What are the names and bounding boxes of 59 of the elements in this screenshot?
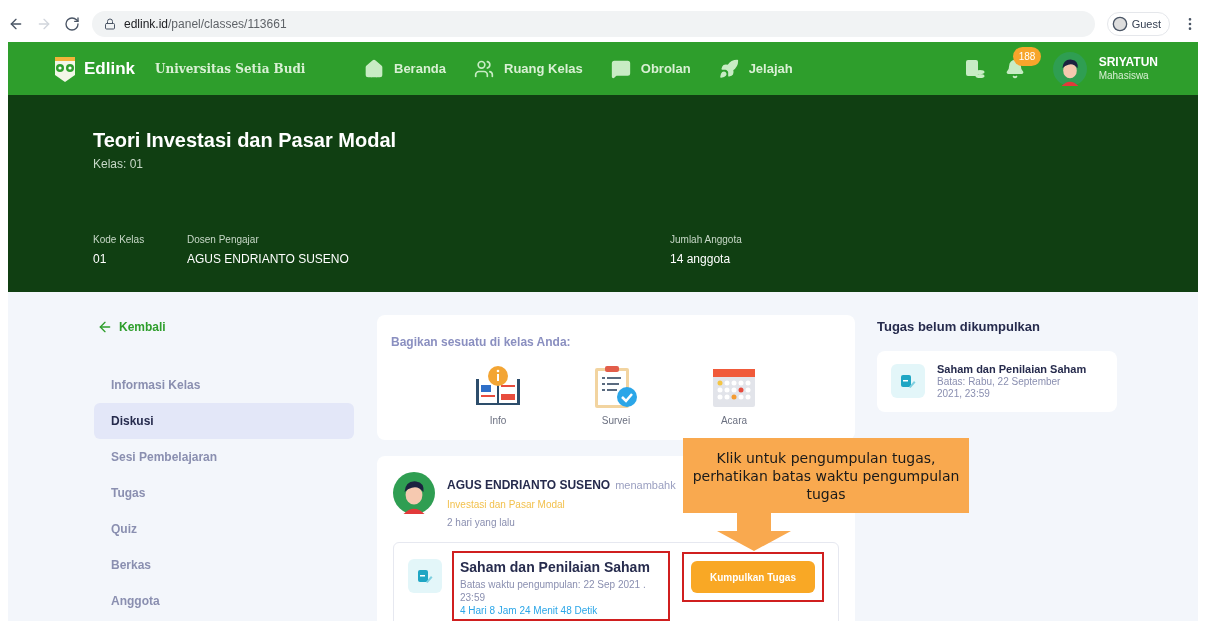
user-name: SRIYATUN (1098, 54, 1158, 70)
callout-box: Klik untuk pengumpulan tugas, perhatikan batas waktu pengumpulan tugas (683, 438, 969, 513)
sidebar-item[interactable]: Tugas (94, 475, 354, 511)
info-value: 14 anggota (670, 251, 732, 268)
post-action: menambahk (615, 478, 676, 493)
lock-icon (104, 18, 116, 30)
share-option[interactable]: Acara (711, 365, 757, 428)
institution-name: Universitas Setia Budi (155, 60, 306, 78)
share-prompt: Bagikan sesuatu di kelas Anda: (391, 335, 571, 349)
home-icon (364, 58, 384, 79)
people-icon (474, 58, 495, 79)
report-icon[interactable] (964, 58, 985, 79)
avatar-icon (1052, 51, 1087, 86)
user-icon (1111, 16, 1128, 32)
nav-link[interactable]: Jelajah (718, 58, 793, 79)
assignment-icon (891, 364, 925, 398)
brand-name: Edlink (84, 57, 135, 80)
owl-logo-icon (54, 54, 76, 83)
post-time: 2 hari yang lalu (447, 516, 516, 530)
pending-assignment-title: Saham dan Penilaian Saham (937, 362, 1087, 376)
info-value: AGUS ENDRIANTO SUSENO (187, 251, 350, 268)
class-title: Teori Investasi dan Pasar Modal (93, 128, 398, 153)
sidebar-item[interactable]: Diskusi (94, 403, 354, 439)
sidebar-item[interactable]: Quiz (94, 511, 354, 547)
notification-badge: 188 (1012, 46, 1042, 66)
url-text: edlink.id/panel/classes/113661 (124, 16, 287, 33)
rocket-icon (718, 58, 739, 79)
back-icon[interactable] (8, 16, 24, 32)
share-option[interactable]: Info (475, 365, 521, 428)
info-label: Dosen Pengajar (187, 233, 260, 247)
pending-assignment-deadline: Batas: Rabu, 22 September 2021, 23:59 (937, 375, 1062, 400)
info-label: Jumlah Anggota (670, 233, 742, 247)
assignment-title: Saham dan Penilaian Saham (460, 558, 651, 577)
assignment-countdown: 4 Hari 8 Jam 24 Menit 48 Detik (460, 604, 599, 617)
chat-icon (610, 58, 631, 79)
class-subtitle: Kelas: 01 (93, 156, 145, 173)
post-author: AGUS ENDRIANTO SUSENO (447, 477, 611, 494)
sidebar-item[interactable]: Berkas (94, 547, 354, 583)
info-value: 01 (93, 251, 108, 268)
sidebar-item[interactable]: Anggota (94, 583, 354, 619)
avatar-icon (393, 472, 435, 514)
sidebar-item[interactable]: Informasi Kelas (94, 367, 354, 403)
assignment-deadline: Batas waktu pengumpulan: 22 Sep 2021 . 23:59 (460, 578, 647, 604)
nav-link[interactable]: Beranda (364, 58, 447, 79)
share-option[interactable]: Survei (593, 365, 639, 428)
back-link[interactable]: Kembali (97, 315, 354, 339)
submit-assignment-button[interactable]: Kumpulkan Tugas (691, 561, 815, 593)
info-label: Kode Kelas (93, 233, 146, 247)
pending-title: Tugas belum dikumpulkan (877, 318, 1041, 336)
sidebar-item[interactable]: Sesi Pembelajaran (94, 439, 354, 475)
reload-icon[interactable] (64, 16, 80, 32)
nav-link[interactable]: Ruang Kelas (474, 58, 583, 79)
assignment-icon (408, 559, 442, 593)
user-role: Mahasiswa (1098, 69, 1150, 83)
post-course: Investasi dan Pasar Modal (447, 498, 566, 512)
pending-assignment-card[interactable]: Saham dan Penilaian Saham Batas: Rabu, 22 September 2021, 23:59 (877, 350, 1117, 412)
nav-link[interactable]: Obrolan (610, 58, 691, 79)
address-bar[interactable]: edlink.id/panel/classes/113661 (92, 11, 1095, 37)
checklist-icon (593, 365, 639, 409)
